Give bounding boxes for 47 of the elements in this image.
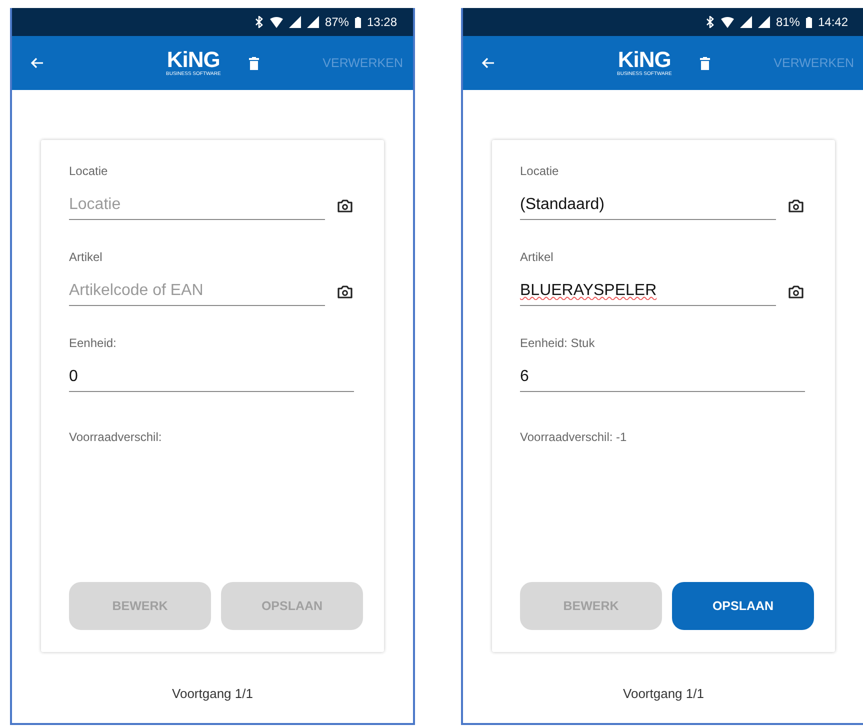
input-field[interactable]: 0 — [69, 364, 354, 392]
progress-label: Voortgang 1/1 — [172, 686, 253, 701]
logo-text: KiNG — [166, 49, 220, 71]
input-field[interactable]: 6 — [520, 364, 805, 392]
logo-text: KiNG — [618, 49, 671, 71]
field-label: Artikel — [520, 250, 554, 264]
signal-icon — [740, 16, 752, 28]
delete-button[interactable] — [698, 54, 712, 72]
field-label: Locatie — [69, 164, 108, 178]
field-label: Eenheid: Stuk — [520, 336, 595, 350]
bluetooth-icon — [704, 16, 715, 28]
stock-difference-label: Voorraadverschil: -1 — [520, 430, 627, 444]
signal-icon — [288, 16, 301, 28]
camera-icon — [788, 285, 804, 299]
clock-time: 14:42 — [818, 15, 848, 29]
camera-button[interactable] — [788, 285, 804, 299]
camera-icon — [337, 199, 353, 213]
trash-icon — [700, 56, 710, 70]
field-label: Eenheid: — [69, 336, 116, 350]
input-field[interactable]: Artikelcode of EAN — [69, 278, 325, 306]
camera-button[interactable] — [788, 199, 804, 213]
signal-icon — [306, 16, 319, 28]
back-arrow-icon — [481, 57, 495, 69]
battery-level: 81% — [776, 15, 800, 29]
action-button[interactable]: OPSLAAN — [672, 582, 814, 630]
battery-level: 87% — [324, 15, 349, 29]
delete-button[interactable] — [246, 54, 261, 72]
wifi-icon — [270, 16, 283, 28]
signal-icon — [758, 16, 770, 28]
battery-icon — [354, 16, 361, 28]
clock-time: 13:28 — [366, 15, 397, 29]
camera-button[interactable] — [337, 199, 353, 213]
input-field[interactable]: Locatie — [69, 192, 325, 220]
camera-icon — [788, 199, 804, 213]
input-field[interactable]: BLUERAYSPELER — [520, 278, 776, 306]
camera-button[interactable] — [337, 285, 353, 299]
field-label: Locatie — [520, 164, 559, 178]
camera-icon — [337, 285, 353, 299]
battery-icon — [806, 16, 812, 28]
input-field[interactable]: (Standaard) — [520, 192, 776, 220]
progress-label: Voortgang 1/1 — [623, 686, 704, 701]
trash-icon — [248, 56, 259, 70]
bluetooth-icon — [254, 16, 264, 28]
wifi-icon — [720, 16, 734, 28]
field-label: Artikel — [69, 250, 102, 264]
stock-difference-label: Voorraadverschil: — [69, 430, 162, 444]
back-arrow-icon — [30, 57, 44, 69]
